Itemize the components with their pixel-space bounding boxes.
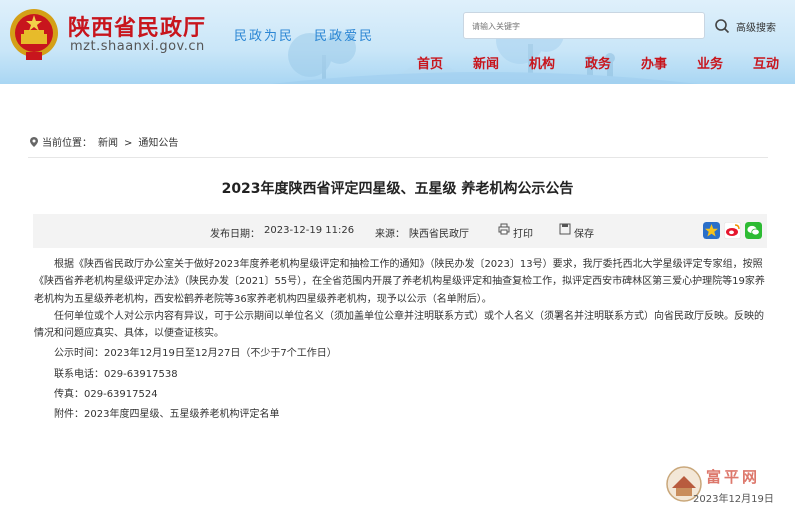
watermark-date: 2023年12月19日 <box>693 494 774 505</box>
location-pin-icon <box>30 137 38 147</box>
slogan-1: 民政为民 <box>234 29 295 44</box>
site-header: 陕西省民政厅 mzt.shaanxi.gov.cn 民政为民 民政爱民 高级搜索… <box>0 0 795 84</box>
breadcrumb-separator: > <box>124 138 133 149</box>
nav-business[interactable]: 业务 <box>697 53 723 72</box>
printer-icon[interactable] <box>498 223 510 235</box>
nav-interaction[interactable]: 互动 <box>753 53 779 72</box>
save-disk-icon[interactable] <box>559 223 571 235</box>
source-label: 来源： <box>375 229 405 240</box>
breadcrumb: 当前位置： 新闻 > 通知公告 <box>30 134 184 149</box>
article-body: 根据《陕西省民政厅办公室关于做好2023年度养老机构星级评定和抽检工作的通知》（… <box>34 256 772 424</box>
nav-institutions[interactable]: 机构 <box>529 53 555 72</box>
breadcrumb-label: 当前位置： <box>42 138 92 149</box>
search-box <box>463 12 705 39</box>
source-value: 陕西省民政厅 <box>409 229 469 240</box>
breadcrumb-notices[interactable]: 通知公告 <box>138 138 178 149</box>
nav-services[interactable]: 办事 <box>641 53 667 72</box>
publish-date-label: 发布日期： <box>210 229 260 240</box>
article-paragraph: 根据《陕西省民政厅办公室关于做好2023年度养老机构星级评定和抽检工作的通知》（… <box>34 259 765 305</box>
article-paragraph: 任何单位或个人对公示内容有异议，可于公示期间以单位名义（须加盖单位公章并注明联系… <box>34 310 764 340</box>
contact-phone: 联系电话：029-63917538 <box>54 368 178 380</box>
site-title: 陕西省民政厅 <box>68 16 207 41</box>
print-button[interactable]: 打印 <box>513 225 533 240</box>
advanced-search-link[interactable]: 高级搜索 <box>736 19 776 34</box>
fax-number: 传真：029-63917524 <box>54 389 158 401</box>
search-input[interactable] <box>472 18 672 34</box>
publish-date: 2023-12-19 11:26 <box>264 225 355 236</box>
publicity-period: 公示时间：2023年12月19日至12月27日（不少于7个工作日） <box>54 348 337 360</box>
divider <box>28 157 768 158</box>
main-nav: 首页 新闻 机构 政务 办事 业务 互动 <box>405 53 795 73</box>
weibo-share-icon[interactable] <box>724 222 741 239</box>
attachment-link[interactable]: 附件：2023年度四星级、五星级养老机构评定名单 <box>34 406 772 423</box>
watermark-text: 富平网 <box>706 468 761 486</box>
article-meta-bar: 发布日期： 2023-12-19 11:26 来源： 陕西省民政厅 打印 保存 <box>33 214 767 248</box>
nav-news[interactable]: 新闻 <box>473 53 499 72</box>
site-slogan: 民政为民 民政爱民 <box>234 25 388 44</box>
save-button[interactable]: 保存 <box>574 225 594 240</box>
slogan-2: 民政爱民 <box>314 29 375 44</box>
qzone-share-icon[interactable] <box>703 222 720 239</box>
wechat-share-icon[interactable] <box>745 222 762 239</box>
search-icon[interactable] <box>714 18 730 34</box>
article-title: 2023年度陕西省评定四星级、五星级 养老机构公示公告 <box>221 181 574 197</box>
breadcrumb-news[interactable]: 新闻 <box>98 138 118 149</box>
nav-government-affairs[interactable]: 政务 <box>585 53 611 72</box>
nav-home[interactable]: 首页 <box>417 53 443 72</box>
national-emblem-icon <box>10 9 58 60</box>
site-domain: mzt.shaanxi.gov.cn <box>70 39 205 54</box>
